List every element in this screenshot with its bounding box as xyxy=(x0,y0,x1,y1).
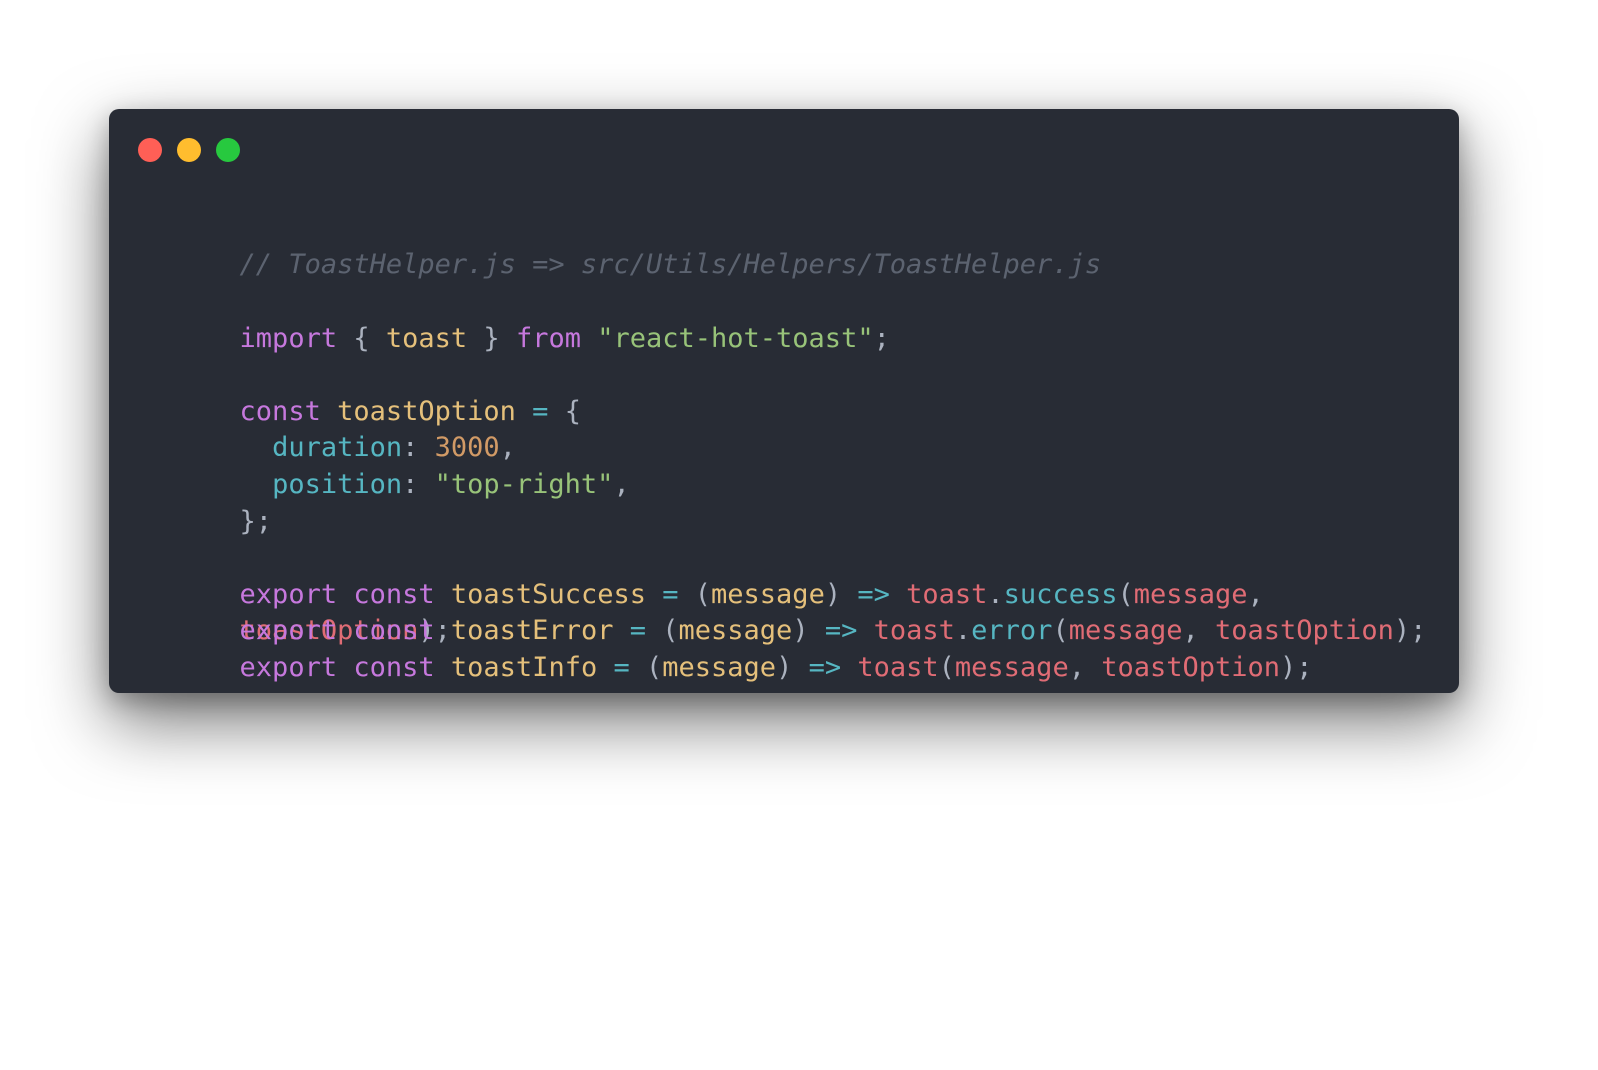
string-literal: "top-right" xyxy=(434,469,614,500)
keyword: from xyxy=(515,323,581,354)
code-line-import: import { toast } from "react-hot-toast"; xyxy=(142,285,890,354)
punctuation: }; xyxy=(239,506,273,537)
code-line-info: export const toastInfo = (message) => to… xyxy=(142,614,1313,683)
punctuation: , xyxy=(1068,652,1102,683)
maximize-dot-icon[interactable] xyxy=(216,138,240,162)
keyword: const xyxy=(353,652,435,683)
operator: = xyxy=(597,652,646,683)
code-line-duration: duration: 3000, xyxy=(142,394,516,463)
punctuation: , xyxy=(613,469,630,500)
operator: => xyxy=(792,652,858,683)
identifier: toastInfo xyxy=(450,652,598,683)
punctuation: ( xyxy=(646,652,663,683)
code-line-comment: // ToastHelper.js => src/Utils/Helpers/T… xyxy=(142,211,1102,280)
comment-text: // ToastHelper.js => src/Utils/Helpers/T… xyxy=(239,249,1102,280)
code-line-const: const toastOption = { xyxy=(142,358,581,427)
operator: = xyxy=(515,396,565,427)
identifier: toast xyxy=(385,323,468,354)
code-block: // ToastHelper.js => src/Utils/Helpers/T… xyxy=(142,109,1427,1070)
keyword: export xyxy=(239,652,338,683)
keyword: import xyxy=(239,323,338,354)
punctuation: ); xyxy=(1280,652,1313,683)
string-literal: "react-hot-toast" xyxy=(597,323,874,354)
code-line-error: export const toastError = (message) => t… xyxy=(142,577,1427,646)
property-key: position xyxy=(272,469,403,500)
argument: toastOption xyxy=(1101,652,1281,683)
parameter: message xyxy=(662,652,777,683)
punctuation: } xyxy=(467,323,516,354)
punctuation: : xyxy=(402,469,435,500)
code-window: // ToastHelper.js => src/Utils/Helpers/T… xyxy=(109,109,1459,693)
punctuation: ) xyxy=(776,652,793,683)
function-name: toast xyxy=(857,652,939,683)
punctuation: ); xyxy=(1393,615,1427,646)
punctuation: ; xyxy=(873,323,890,354)
code-line-close: }; xyxy=(142,468,273,537)
code-line-position: position: "top-right", xyxy=(142,431,630,500)
argument: message xyxy=(954,652,1069,683)
punctuation: { xyxy=(337,323,386,354)
punctuation: ( xyxy=(938,652,955,683)
code-line-success: export const toastSuccess = (message) =>… xyxy=(142,541,1264,610)
punctuation: { xyxy=(564,396,581,427)
